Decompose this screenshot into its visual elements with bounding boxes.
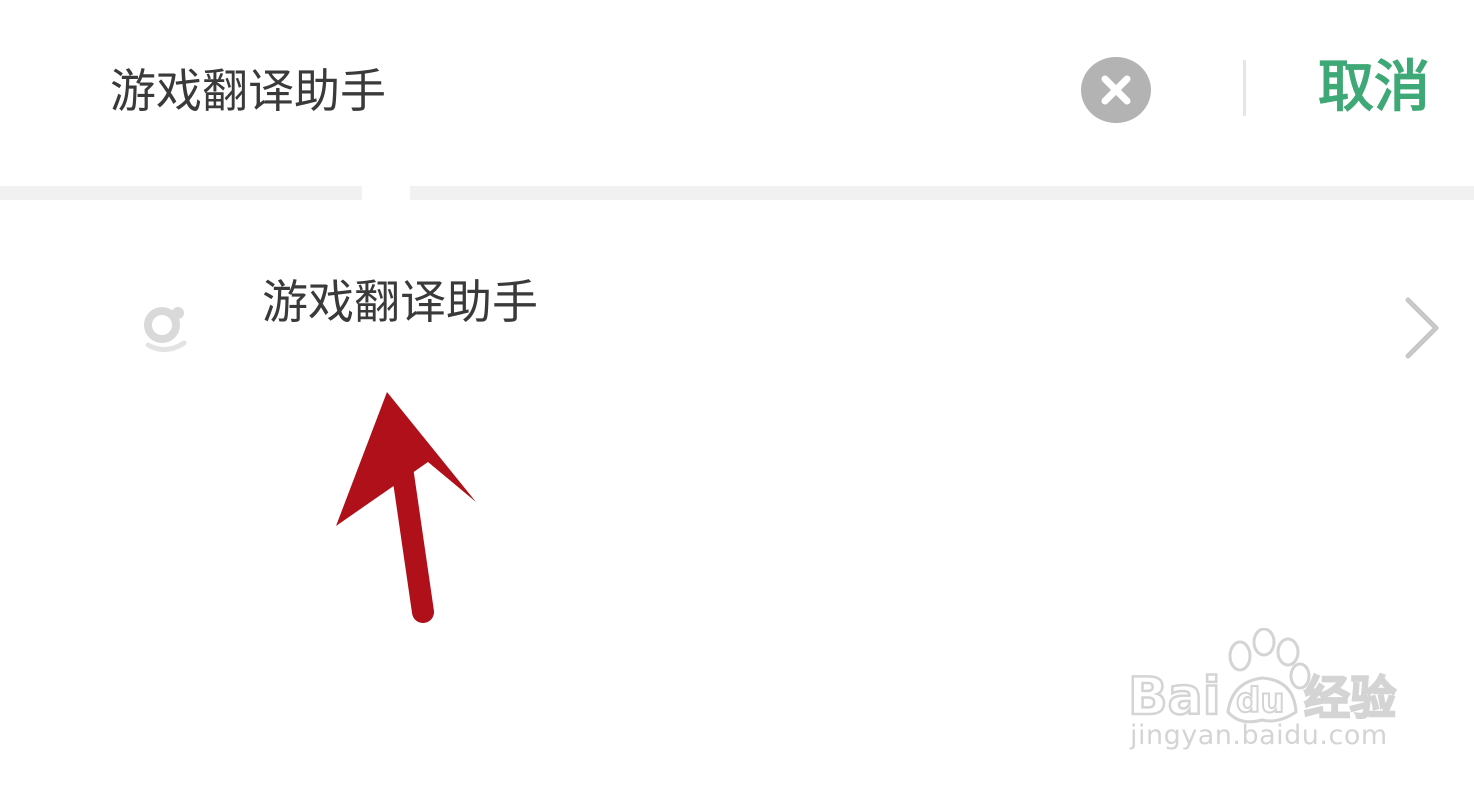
mini-program-icon <box>144 307 187 352</box>
svg-text:du: du <box>1236 681 1285 721</box>
svg-text:Bai: Bai <box>1128 667 1221 727</box>
search-result-label: 游戏翻译助手 <box>262 275 538 329</box>
close-icon <box>1101 75 1131 105</box>
search-result-item[interactable]: 游戏翻译助手 <box>0 200 1474 370</box>
search-bar: 取消 <box>0 0 1474 185</box>
clear-search-button[interactable] <box>1081 57 1151 123</box>
red-arrow-icon <box>336 392 476 623</box>
search-input[interactable] <box>110 55 1010 127</box>
watermark-url: jingyan.baidu.com <box>1130 720 1388 751</box>
section-separator <box>410 186 1474 200</box>
cancel-button[interactable]: 取消 <box>1318 48 1430 128</box>
svg-text:经验: 经验 <box>1304 671 1396 725</box>
section-separator <box>0 186 362 200</box>
vertical-divider <box>1243 60 1246 116</box>
chevron-right-icon <box>1405 297 1439 359</box>
